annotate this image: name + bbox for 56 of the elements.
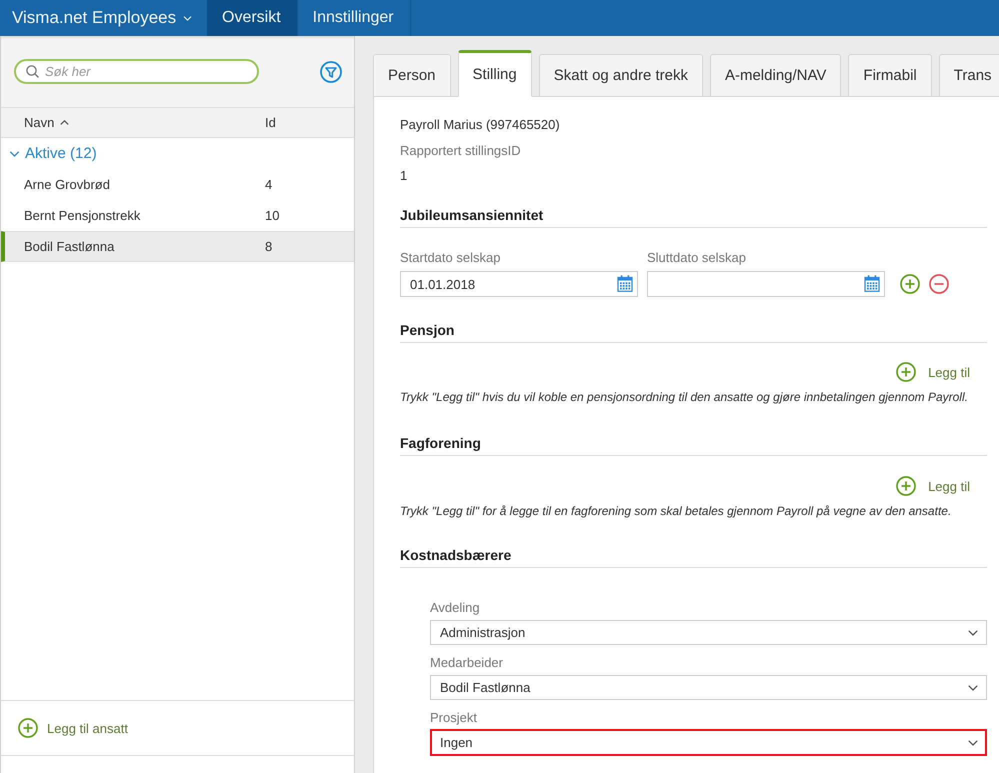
select-field[interactable]: Ingen [430,729,987,756]
date-field[interactable]: 01.01.2018 [400,271,638,297]
tab[interactable]: Trans [938,54,999,97]
group-toggle[interactable]: Aktive (12) [1,138,97,169]
note-text: Trykk "Legg til" hvis du vil koble en pensjonsordning til den ansatte og gjøre innbetalingen gjennom Payroll. [400,389,969,405]
select-field[interactable]: Bodil Fastlønna [430,675,987,700]
field-label: Rapportert stillingsID [400,142,521,160]
employee-name: Bodil Fastlønna [24,239,114,254]
note-text: Trykk "Legg til" for å legge til en fagforening som skal betales gjennom Payroll på vegne av den ansatte. [400,503,952,519]
nav-tab[interactable]: Oversikt [207,0,298,36]
field-label: Avdeling [430,599,480,617]
section-heading: Jubileumsansiennitet [400,206,544,225]
section-heading: Kostnadsbærere [400,546,512,565]
plus-circle-icon[interactable] [18,718,38,738]
employer-name: Payroll Marius (997465520) [400,116,560,134]
employee-id: 8 [265,239,272,254]
tab[interactable]: Firmabil [848,54,932,97]
field-label: Prosjekt [430,709,477,727]
tab[interactable]: A-melding/NAV [710,54,842,97]
chevron-down-icon [968,630,978,636]
column-header[interactable]: Id [265,115,276,130]
chevron-down-icon [183,16,192,20]
tab[interactable]: Skatt og andre trekk [538,54,703,97]
plus-circle-icon[interactable] [896,362,916,382]
employee-name: Bernt Pensjonstrekk [24,208,140,223]
filter-icon[interactable] [320,60,342,82]
date-field[interactable] [647,271,885,297]
minus-circle-icon[interactable] [929,274,949,294]
select-field[interactable]: Administrasjon [430,620,987,645]
add-button[interactable]: Legg til [896,475,970,497]
field-label: Sluttdato selskap [647,249,746,267]
employee-row[interactable]: Arne Grovbrød 4 [1,169,354,200]
calendar-icon[interactable] [864,275,880,292]
column-header[interactable]: Navn [24,115,70,130]
tab[interactable]: Person [373,54,451,97]
employee-row[interactable]: Bernt Pensjonstrekk 10 [1,200,354,231]
field-label: Startdato selskap [400,249,500,267]
field-value: 1 [400,167,408,185]
employee-row[interactable]: Bodil Fastlønna 8 [1,231,354,262]
employee-id: 10 [265,208,280,223]
employee-name: Arne Grovbrød [24,177,110,192]
field-label: Medarbeider [430,654,503,672]
search-field[interactable]: Søk her [14,59,259,84]
search-icon [26,65,39,78]
calendar-icon[interactable] [617,275,633,292]
employee-id: 4 [265,177,272,192]
chevron-down-icon [968,684,978,690]
plus-circle-icon[interactable] [896,476,916,496]
section-heading: Pensjon [400,321,454,340]
chevron-down-icon [968,740,978,746]
add-employee-button[interactable]: Legg til ansatt [18,718,128,738]
add-button[interactable]: Legg til [896,361,970,383]
section-heading: Fagforening [400,434,481,453]
app-switcher[interactable]: Visma.net Employees [0,0,207,36]
plus-circle-icon[interactable] [900,274,920,294]
tab[interactable]: Stilling [458,50,532,97]
